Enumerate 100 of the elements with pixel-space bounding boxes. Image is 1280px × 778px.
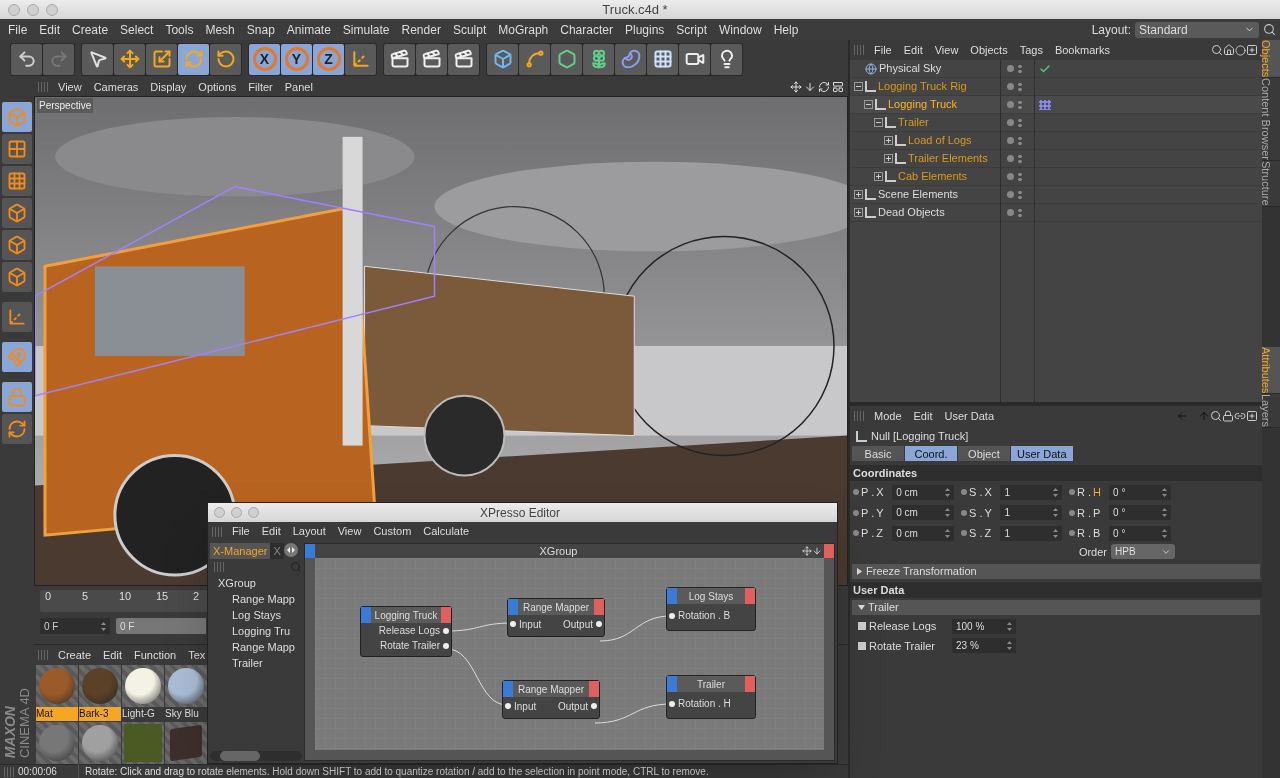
toolbar-button[interactable]	[519, 43, 550, 75]
toolbar-button[interactable]	[615, 43, 646, 75]
toolbar-button[interactable]	[711, 43, 742, 75]
menu-item[interactable]: View	[928, 41, 965, 59]
home-icon[interactable]	[1223, 44, 1235, 56]
input-port-handle[interactable]	[667, 676, 677, 692]
menu-item[interactable]: Layout	[286, 523, 332, 540]
menu-item[interactable]: Help	[767, 20, 805, 39]
xpresso-tag-icon[interactable]	[1039, 99, 1051, 110]
toolbar-button[interactable]	[448, 43, 479, 75]
toolbar-button[interactable]	[11, 43, 42, 75]
layout-dropdown[interactable]: Standard	[1135, 21, 1259, 38]
visibility-dots-icon[interactable]	[1018, 171, 1022, 182]
menu-item[interactable]: Edit	[907, 407, 939, 425]
menu-item[interactable]: File	[868, 41, 898, 59]
expand-icon[interactable]	[884, 136, 893, 145]
menu-item[interactable]: Character	[554, 20, 619, 39]
toolbar-button[interactable]	[384, 43, 415, 75]
percent-field[interactable]: 23 %	[952, 638, 1016, 654]
menu-item[interactable]: Edit	[97, 646, 128, 664]
object-name[interactable]: Trailer	[898, 114, 929, 131]
tool-button[interactable]	[2, 302, 32, 332]
menu-item[interactable]: Create	[52, 646, 98, 664]
node[interactable]: Trailer Rotation . H	[666, 675, 756, 719]
order-dropdown[interactable]: HPB	[1111, 544, 1175, 560]
spinner-arrows-icon[interactable]	[945, 487, 951, 497]
spinner-arrows-icon[interactable]	[945, 528, 951, 538]
toolbar-button[interactable]	[647, 43, 678, 75]
menu-item[interactable]: Simulate	[336, 20, 396, 39]
number-field[interactable]: 0 °	[1109, 484, 1172, 500]
input-port-handle[interactable]	[361, 607, 371, 623]
check-tag-icon[interactable]	[1039, 62, 1051, 75]
input-port-handle[interactable]	[508, 599, 518, 615]
new-window-icon[interactable]	[1246, 44, 1258, 56]
output-port-handle[interactable]	[589, 681, 599, 697]
expand-icon[interactable]	[874, 172, 883, 181]
toolbar-button[interactable]	[82, 43, 113, 75]
toolbar-button[interactable]	[551, 43, 582, 75]
new-window-icon[interactable]	[1246, 410, 1258, 422]
object-name[interactable]: Scene Elements	[878, 186, 959, 203]
output-port-handle[interactable]	[745, 676, 755, 692]
visibility-dots-icon[interactable]	[1018, 99, 1022, 110]
visibility-dots-icon[interactable]	[1018, 207, 1022, 218]
menu-item[interactable]: Bookmarks	[1048, 41, 1116, 59]
menu-item[interactable]: Render	[395, 20, 447, 39]
search-icon[interactable]	[1211, 44, 1223, 56]
menu-item[interactable]: Sculpt	[446, 20, 493, 39]
number-field[interactable]: 0 °	[1109, 505, 1172, 521]
manager-tab[interactable]: X-Manager	[210, 543, 271, 559]
toolbar-button[interactable]	[679, 43, 710, 75]
collapse-icon[interactable]	[854, 82, 863, 91]
visibility-dots-icon[interactable]	[1018, 189, 1022, 200]
output-port-handle[interactable]	[824, 544, 834, 558]
menu-item[interactable]: Function	[128, 646, 183, 664]
object-name[interactable]: Cab Elements	[898, 168, 968, 185]
tool-button[interactable]	[2, 198, 32, 228]
menu-item[interactable]: File	[2, 20, 34, 39]
menu-item[interactable]: Options	[192, 78, 243, 96]
keyframe-icon[interactable]	[858, 622, 866, 631]
number-field[interactable]: 1	[1000, 525, 1063, 541]
node-canvas[interactable]: Logging Truck Release Logs Rotate Trailer Range Mapper Input Output Log Stays Rotation . B Range Mapper Input Output Trailer Rotation . H	[315, 558, 824, 750]
search-icon[interactable]	[1210, 410, 1222, 422]
zoom-icon[interactable]	[812, 546, 822, 556]
toolbar-button[interactable]	[345, 43, 376, 75]
toolbar-button[interactable]	[146, 43, 177, 75]
pan-icon[interactable]	[790, 81, 802, 93]
toolbar-button[interactable]	[487, 43, 518, 75]
timeline-ruler[interactable]: 0 5 10 15 2	[40, 590, 207, 612]
spinner-arrows-icon[interactable]	[101, 621, 106, 631]
spinner-arrows-icon[interactable]	[1053, 487, 1059, 497]
collapse-icon[interactable]	[864, 100, 873, 109]
horizontal-scrollbar[interactable]	[210, 751, 302, 761]
visibility-dots-icon[interactable]	[1018, 81, 1022, 92]
toolbar-button[interactable]: Y	[281, 43, 312, 75]
orbit-icon[interactable]	[818, 81, 830, 93]
toolbar-button[interactable]	[114, 43, 145, 75]
menu-item[interactable]: Mode	[868, 407, 908, 425]
visibility-dots-icon[interactable]	[1018, 135, 1022, 146]
spinner-arrows-icon[interactable]	[1007, 641, 1012, 651]
menu-item[interactable]: Mesh	[199, 20, 241, 39]
side-tab[interactable]: Objects	[1262, 40, 1280, 79]
tool-button[interactable]	[2, 230, 32, 260]
tool-button[interactable]	[2, 262, 32, 292]
lock-icon[interactable]	[1222, 410, 1234, 422]
menu-item[interactable]: Objects	[964, 41, 1014, 59]
material-name[interactable]: Mat	[36, 707, 78, 721]
toolbar-button[interactable]	[210, 43, 241, 75]
spinner-arrows-icon[interactable]	[1162, 508, 1168, 518]
object-name[interactable]: Physical Sky	[879, 60, 942, 77]
menu-item[interactable]: Create	[66, 20, 115, 39]
number-field[interactable]: 0 cm	[892, 525, 955, 541]
tool-button[interactable]	[2, 166, 32, 196]
visibility-dots-icon[interactable]	[1018, 153, 1022, 164]
link-icon[interactable]	[1234, 410, 1246, 422]
spinner-arrows-icon[interactable]	[1053, 528, 1059, 538]
menu-item[interactable]: Plugins	[618, 20, 671, 39]
percent-field[interactable]: 100 %	[952, 618, 1016, 634]
side-tab[interactable]: Structure	[1262, 161, 1280, 207]
menu-item[interactable]: MoGraph	[492, 20, 555, 39]
menu-item[interactable]: Calculate	[417, 523, 476, 540]
